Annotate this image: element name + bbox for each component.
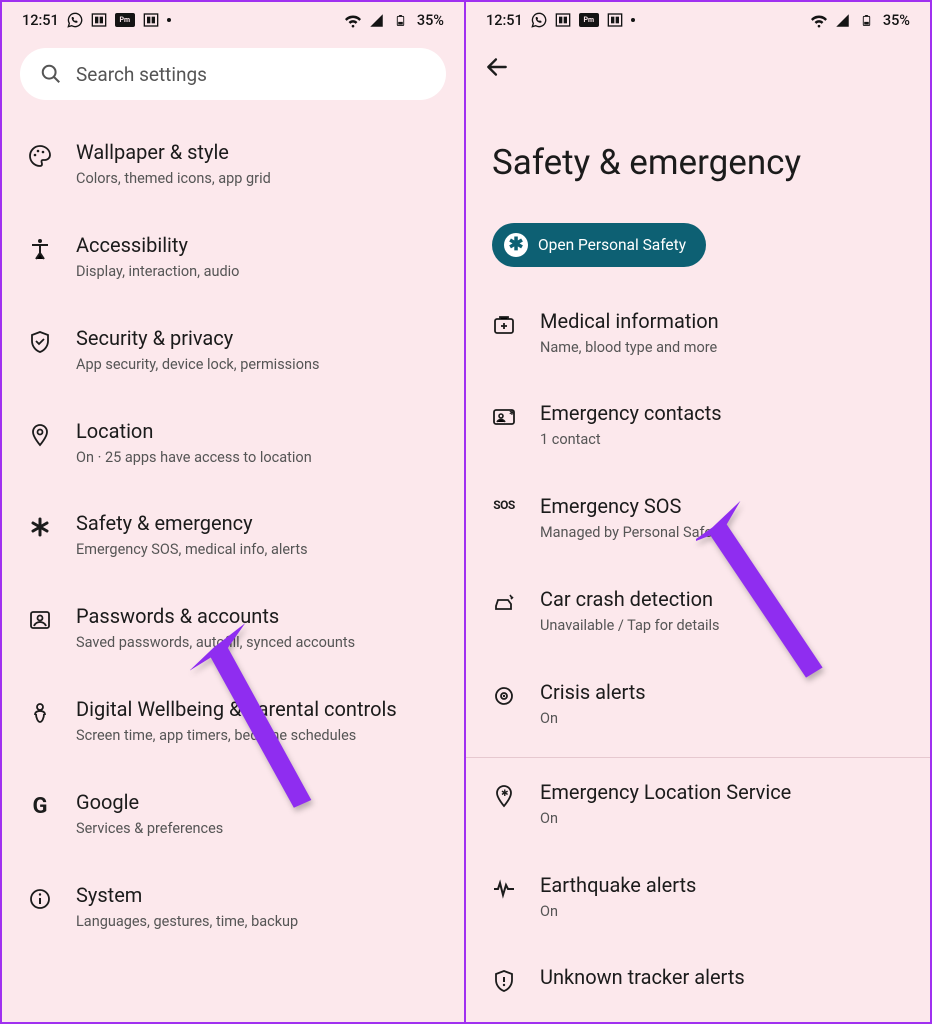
status-bar: 12:51 Pm 35%: [466, 2, 930, 38]
settings-row-wallpaper[interactable]: Wallpaper & style Colors, themed icons, …: [2, 118, 464, 211]
row-title: Unknown tracker alerts: [540, 965, 906, 990]
row-sub: Emergency SOS, medical info, alerts: [76, 541, 440, 560]
whatsapp-icon: [67, 12, 83, 28]
row-title: Safety & emergency: [76, 511, 440, 536]
row-emergency-location[interactable]: ✱ Emergency Location Service On: [466, 758, 930, 851]
row-earthquake-alerts[interactable]: Earthquake alerts On: [466, 851, 930, 944]
app-icon-2: [607, 12, 623, 28]
right-screenshot: 12:51 Pm 35%: [466, 0, 932, 1024]
row-title: Earthquake alerts: [540, 873, 906, 898]
row-title: Security & privacy: [76, 326, 440, 351]
whatsapp-icon: [531, 12, 547, 28]
sos-icon: SOS: [490, 494, 518, 512]
row-sub: On: [540, 903, 906, 922]
cell-signal-icon: [369, 12, 385, 28]
cell-signal-icon: [835, 12, 851, 28]
row-sub: Display, interaction, audio: [76, 263, 440, 282]
app-icon-1: [555, 12, 571, 28]
battery-icon: [393, 12, 409, 28]
battery-icon: [859, 12, 875, 28]
account-box-icon: [26, 604, 54, 632]
settings-row-accessibility[interactable]: Accessibility Display, interaction, audi…: [2, 211, 464, 304]
open-personal-safety-chip[interactable]: ✱ Open Personal Safety: [492, 223, 706, 267]
accessibility-icon: [26, 233, 54, 261]
paytm-icon: Pm: [579, 13, 599, 27]
settings-row-security[interactable]: Security & privacy App security, device …: [2, 304, 464, 397]
earthquake-icon: [490, 873, 518, 901]
row-sub: On · 25 apps have access to location: [76, 449, 440, 468]
app-icon-1: [91, 12, 107, 28]
wifi-icon: [811, 12, 827, 28]
asterisk-badge-icon: ✱: [504, 233, 528, 257]
paytm-icon: Pm: [115, 13, 135, 27]
search-settings-bar[interactable]: Search settings: [20, 48, 446, 100]
more-dot: [631, 18, 635, 22]
wifi-icon: [345, 12, 361, 28]
search-icon: [40, 63, 62, 85]
contact-card-icon: ✱: [490, 401, 518, 429]
status-bar: 12:51 Pm 35%: [2, 2, 464, 38]
status-time: 12:51: [486, 12, 523, 29]
svg-text:✱: ✱: [509, 409, 515, 417]
shield-check-icon: [26, 326, 54, 354]
location-pin-icon: [26, 419, 54, 447]
tracker-shield-icon: [490, 965, 518, 993]
pointer-arrow: [696, 464, 824, 724]
palette-icon: [26, 140, 54, 168]
battery-percent: 35%: [883, 12, 910, 29]
row-title: Emergency Location Service: [540, 780, 906, 805]
car-crash-icon: [490, 587, 518, 615]
svg-text:✱: ✱: [501, 789, 509, 799]
left-screenshot: 12:51 Pm 35%: [0, 0, 466, 1024]
row-unknown-tracker[interactable]: Unknown tracker alerts: [466, 943, 930, 1015]
page-title: Safety & emergency: [466, 80, 930, 223]
info-icon: [26, 883, 54, 911]
row-medical-info[interactable]: Medical information Name, blood type and…: [466, 287, 930, 380]
more-dot: [167, 18, 171, 22]
settings-row-location[interactable]: Location On · 25 apps have access to loc…: [2, 397, 464, 490]
status-time: 12:51: [22, 12, 59, 29]
row-sub: Colors, themed icons, app grid: [76, 170, 440, 189]
row-title: Wallpaper & style: [76, 140, 440, 165]
row-title: Accessibility: [76, 233, 440, 258]
search-placeholder: Search settings: [76, 63, 207, 86]
row-sub: App security, device lock, permissions: [76, 356, 440, 375]
wellbeing-icon: [26, 697, 54, 725]
medical-icon: [490, 309, 518, 337]
row-title: System: [76, 883, 440, 908]
chip-label: Open Personal Safety: [538, 236, 686, 254]
settings-row-safety[interactable]: Safety & emergency Emergency SOS, medica…: [2, 489, 464, 582]
row-sub: Languages, gestures, time, backup: [76, 913, 440, 932]
row-emergency-contacts[interactable]: ✱ Emergency contacts 1 contact: [466, 379, 930, 472]
crisis-icon: [490, 680, 518, 708]
row-sub: 1 contact: [540, 431, 906, 450]
app-icon-2: [143, 12, 159, 28]
row-title: Emergency contacts: [540, 401, 906, 426]
settings-row-system[interactable]: System Languages, gestures, time, backup: [2, 861, 464, 954]
pointer-arrow: [190, 592, 320, 852]
google-g-icon: G: [26, 790, 54, 819]
back-button[interactable]: [484, 54, 912, 80]
row-title: Location: [76, 419, 440, 444]
row-sub: Name, blood type and more: [540, 339, 906, 358]
row-sub: On: [540, 810, 906, 829]
battery-percent: 35%: [417, 12, 444, 29]
row-title: Medical information: [540, 309, 906, 334]
location-emergency-icon: ✱: [490, 780, 518, 808]
asterisk-icon: [26, 511, 54, 539]
